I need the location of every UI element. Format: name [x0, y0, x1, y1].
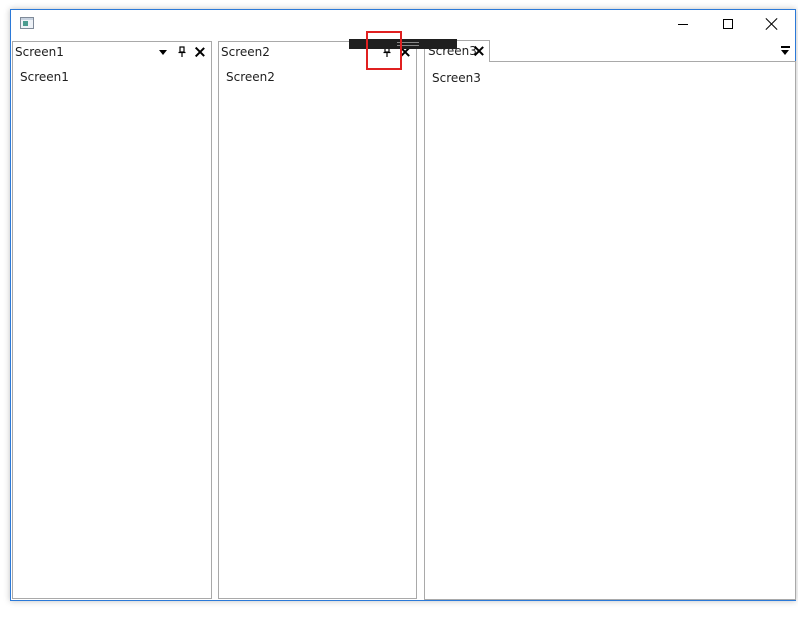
app-icon[interactable] — [20, 17, 34, 29]
close-icon[interactable] — [474, 46, 484, 56]
overflow-line — [781, 46, 790, 48]
pin-button[interactable] — [175, 45, 189, 59]
minimize-button[interactable] — [660, 10, 706, 38]
document-content-text: Screen3 — [432, 71, 481, 85]
pane-menu-button[interactable] — [156, 45, 170, 59]
close-icon — [766, 18, 778, 30]
minimize-icon — [678, 23, 688, 25]
pane-screen1: Screen1 Screen1 — [12, 41, 212, 599]
pane-screen2: Screen2 Screen2 — [218, 41, 417, 599]
title-bar[interactable] — [11, 10, 795, 38]
tab-overflow-button[interactable] — [780, 44, 792, 58]
highlight-box — [366, 31, 402, 70]
close-icon — [195, 47, 205, 57]
dropdown-icon — [159, 49, 167, 55]
main-window: Screen1 Screen1 Screen2 Screen2 Screen3 … — [10, 9, 796, 601]
document-area: Screen3 Screen3 — [424, 40, 796, 600]
pane-header[interactable]: Screen1 — [13, 42, 211, 62]
pane-close-button[interactable] — [193, 45, 207, 59]
pane-title: Screen2 — [221, 45, 270, 59]
maximize-button[interactable] — [705, 10, 751, 38]
pane-content-text: Screen2 — [226, 70, 275, 84]
chevron-down-icon — [781, 50, 789, 55]
pane-title: Screen1 — [15, 45, 64, 59]
pin-icon — [178, 46, 186, 57]
pane-content-text: Screen1 — [20, 70, 69, 84]
close-window-button[interactable] — [749, 10, 795, 38]
maximize-icon — [723, 19, 733, 29]
document-content: Screen3 — [424, 61, 796, 600]
